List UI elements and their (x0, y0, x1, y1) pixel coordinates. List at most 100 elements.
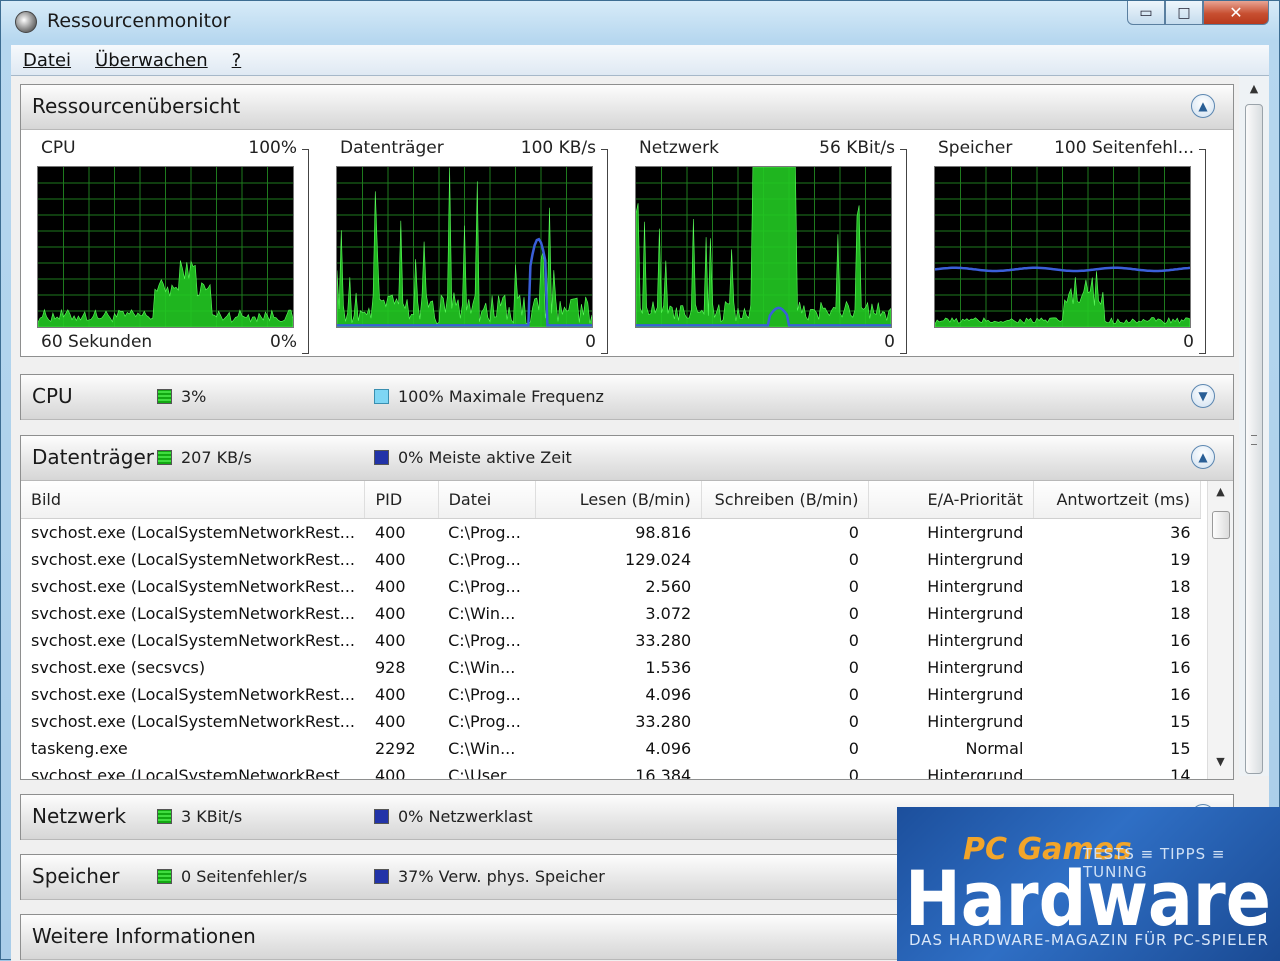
blue-legend-swatch (374, 869, 389, 884)
overview-header[interactable]: Ressourcenübersicht ▲ (21, 85, 1233, 130)
table-cell: C:\Prog... (448, 577, 521, 596)
table-cell: 928 (374, 658, 406, 677)
menu-help[interactable]: ? (220, 50, 254, 71)
memory-faults: 0 Seitenfehler/s (181, 867, 308, 886)
title-bar[interactable]: Ressourcenmonitor ▭ □ ✕ (1, 1, 1279, 41)
table-scrollbar[interactable]: ▲ ▼ (1207, 481, 1233, 779)
network-graph: Netzwerk 56 KBit/s 0 (627, 130, 909, 356)
scroll-thumb[interactable] (1212, 511, 1230, 539)
table-cell: 19 (1170, 550, 1191, 569)
table-cell: 400 (374, 577, 406, 596)
table-cell: Hintergrund (927, 577, 1024, 596)
table-cell: Hintergrund (927, 523, 1024, 542)
table-cell: 400 (374, 712, 406, 731)
table-cell: Hintergrund (927, 712, 1024, 731)
network-graph-max: 56 KBit/s (819, 138, 895, 158)
table-row[interactable]: svchost.exe (LocalSystemNetworkRest... 40… (21, 762, 1201, 779)
table-row[interactable]: svchost.exe (LocalSystemNetworkRest... 40… (21, 519, 1201, 547)
menu-ueberwachen[interactable]: Überwachen (83, 50, 220, 71)
table-cell: 3.072 (645, 604, 692, 623)
table-cell: 1.536 (645, 658, 692, 677)
expand-down-icon[interactable]: ▼ (1191, 384, 1215, 408)
blue-legend-swatch (374, 809, 389, 824)
network-title: Netzwerk (32, 804, 127, 828)
memory-graph-max: 100 Seitenfehl... (1054, 138, 1194, 158)
col-bild[interactable]: Bild (21, 481, 366, 519)
col-lesen[interactable]: Lesen (B/min) (535, 481, 702, 519)
cyan-legend-swatch (374, 389, 389, 404)
memory-graph-title: Speicher (938, 138, 1013, 158)
table-row[interactable]: taskeng.exe 2292 C:\Win... 4.096 0 Normal 15 (21, 735, 1201, 762)
table-cell: 0 (848, 685, 859, 704)
collapse-up-icon[interactable]: ▲ (1191, 94, 1215, 118)
table-cell: C:\Prog... (448, 523, 521, 542)
scroll-up-icon[interactable]: ▲ (1239, 82, 1269, 95)
table-cell: 0 (848, 577, 859, 596)
table-row[interactable]: svchost.exe (LocalSystemNetworkRest... 40… (21, 681, 1201, 708)
col-priority[interactable]: E/A-Priorität (868, 481, 1034, 519)
table-cell: C:\Prog... (448, 685, 521, 704)
table-cell: 36 (1170, 523, 1191, 542)
table-row[interactable]: svchost.exe (LocalSystemNetworkRest... 40… (21, 708, 1201, 735)
table-cell: svchost.exe (LocalSystemNetworkRest... (31, 766, 355, 779)
col-datei[interactable]: Datei (438, 481, 537, 519)
cpu-header[interactable]: CPU 3% 100% Maximale Frequenz ▼ (21, 375, 1233, 420)
table-row[interactable]: svchost.exe (LocalSystemNetworkRest... 40… (21, 546, 1201, 573)
table-cell: 400 (374, 766, 406, 779)
window-scrollbar[interactable]: ▲ (1239, 76, 1269, 776)
col-schreiben[interactable]: Schreiben (B/min) (701, 481, 870, 519)
table-cell: svchost.exe (LocalSystemNetworkRest... (31, 631, 355, 650)
logo-subline: DAS HARDWARE-MAGAZIN FÜR PC-SPIELER (909, 931, 1269, 949)
disk-graph-max: 100 KB/s (520, 138, 596, 158)
maximize-button[interactable]: □ (1165, 1, 1203, 25)
table-cell: 129.024 (625, 550, 692, 569)
table-cell: 98.816 (635, 523, 692, 542)
green-legend-swatch (157, 869, 172, 884)
more-info-title: Weitere Informationen (32, 924, 256, 948)
collapse-up-icon[interactable]: ▲ (1191, 445, 1215, 469)
resource-monitor-window: Ressourcenmonitor ▭ □ ✕ Datei Überwachen… (0, 0, 1280, 961)
table-cell: 0 (848, 712, 859, 731)
pcgh-logo: PC Games Hardware TESTS ≡ TIPPS ≡ TUNING… (897, 807, 1280, 961)
cpu-title: CPU (32, 384, 73, 408)
cpu-graph-min: 0% (270, 332, 297, 352)
table-cell: Hintergrund (927, 604, 1024, 623)
network-graph-title: Netzwerk (639, 138, 719, 158)
cpu-graph: CPU 100% 60 Sekunden 0% (29, 130, 311, 356)
network-graph-min: 0 (884, 332, 895, 352)
table-cell: C:\Prog... (448, 712, 521, 731)
table-cell: Normal (965, 739, 1024, 758)
table-cell: svchost.exe (LocalSystemNetworkRest... (31, 712, 355, 731)
memory-title: Speicher (32, 864, 120, 888)
table-row[interactable]: svchost.exe (LocalSystemNetworkRest... 40… (21, 600, 1201, 627)
table-cell: 0 (848, 523, 859, 542)
table-row[interactable]: svchost.exe (secsvcs) 928 C:\Win... 1.536 0 H… (21, 654, 1201, 681)
cpu-usage: 3% (181, 387, 207, 406)
window-title: Ressourcenmonitor (47, 10, 231, 32)
scroll-up-icon[interactable]: ▲ (1208, 485, 1233, 505)
menu-datei[interactable]: Datei (11, 50, 83, 71)
col-response[interactable]: Antwortzeit (ms) (1033, 481, 1201, 519)
graph-grid (935, 167, 1190, 327)
minimize-button[interactable]: ▭ (1127, 1, 1165, 25)
table-cell: C:\Prog... (448, 631, 521, 650)
overview-title: Ressourcenübersicht (32, 94, 241, 118)
table-row[interactable]: svchost.exe (LocalSystemNetworkRest... 40… (21, 573, 1201, 600)
memory-used: 37% Verw. phys. Speicher (398, 867, 605, 886)
scroll-down-icon[interactable]: ▼ (1208, 755, 1233, 775)
window-scroll-thumb[interactable] (1245, 104, 1263, 774)
col-pid[interactable]: PID (364, 481, 439, 519)
green-legend-swatch (157, 809, 172, 824)
table-cell: 2.560 (645, 577, 692, 596)
table-cell: C:\User... (448, 766, 521, 779)
table-cell: 0 (848, 658, 859, 677)
disk-header[interactable]: Datenträger 207 KB/s 0% Meiste aktive Ze… (21, 436, 1233, 481)
cpu-frequency: 100% Maximale Frequenz (398, 387, 604, 406)
menu-bar: Datei Überwachen ? (11, 45, 1269, 76)
close-button[interactable]: ✕ (1203, 1, 1269, 25)
disk-section: Datenträger 207 KB/s 0% Meiste aktive Ze… (20, 435, 1234, 780)
table-cell: 0 (848, 550, 859, 569)
table-row[interactable]: svchost.exe (LocalSystemNetworkRest... 40… (21, 627, 1201, 654)
table-cell: Hintergrund (927, 550, 1024, 569)
table-cell: Hintergrund (927, 685, 1024, 704)
